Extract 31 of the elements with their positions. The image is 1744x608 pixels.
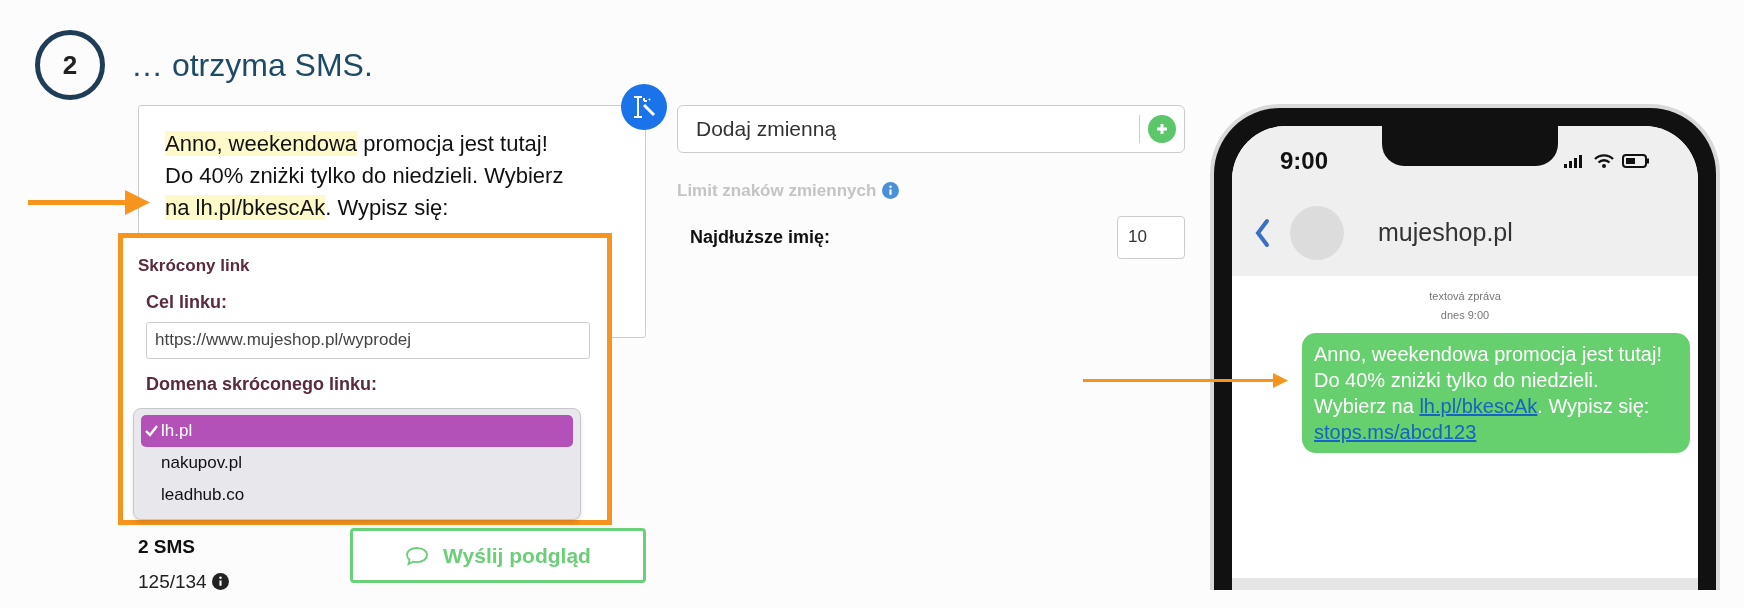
limit-input[interactable]: 10 [1117, 215, 1185, 259]
dropdown-option[interactable]: leadhub.co [141, 479, 573, 511]
checkmark-icon [145, 425, 158, 437]
plus-icon [1156, 123, 1168, 135]
popup-title: Skrócony link [138, 255, 251, 277]
message-meta: dnes 9:00 [1440, 307, 1490, 323]
message-text: Anno, weekendowa promocja jest tutaj! Do 40% zniżki tylko do niedzieli. Wybierz na lh.pl/bkescAk. Wypisz się: [165, 130, 565, 222]
field-label: Najdłuższe imię: [690, 225, 831, 249]
sms-count: 2 SMS [138, 535, 197, 559]
info-icon [882, 182, 900, 200]
message-meta: textová zpráva [1429, 289, 1501, 304]
step-number: 2 [35, 30, 105, 100]
status-time: 9:00 [1280, 146, 1329, 176]
section-label: Limit znaków zmiennych [677, 180, 877, 202]
magic-wand-button[interactable] [621, 84, 667, 130]
bubble-text: Anno, weekendowa promocja jest tutaj! Do 40% zniżki tylko do niedzieli. Wybierz na lh.pl/bkescAk. Wypisz się: stops.ms/abcd123 [1314, 342, 1663, 445]
dropdown-option[interactable]: lh.pl [141, 415, 573, 447]
field-label: Domena skróconego linku: [146, 372, 379, 396]
dropdown-option[interactable]: nakupov.pl [141, 447, 573, 479]
speech-bubble-icon [405, 545, 430, 566]
wifi-icon [1594, 154, 1614, 168]
info-icon [211, 573, 229, 591]
character-count: 125/134 [138, 569, 207, 594]
field-label: Cel linku: [146, 290, 228, 314]
contact-name: mujeshop.pl [1378, 217, 1513, 249]
add-variable-input[interactable]: Dodaj zmienną [696, 113, 1131, 145]
back-icon[interactable] [1254, 218, 1270, 248]
add-variable-field[interactable]: Dodaj zmienną [677, 105, 1185, 153]
link-target-input[interactable]: https://www.mujeshop.pl/wyprodej [146, 321, 590, 359]
battery-icon [1622, 154, 1650, 168]
step-title: … otrzyma SMS. [131, 46, 373, 85]
